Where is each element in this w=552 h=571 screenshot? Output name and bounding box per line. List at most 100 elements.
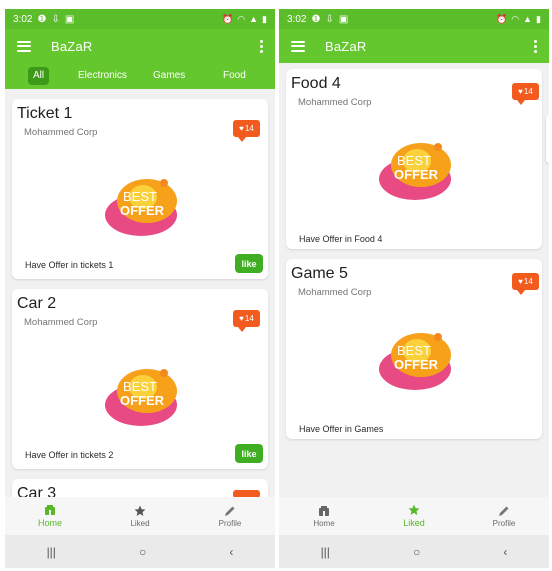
offer-art-line2: OFFER <box>394 167 439 182</box>
card-title: Car 3 <box>17 485 57 497</box>
best-offer-image: BEST OFFER <box>379 333 451 390</box>
nav-profile-label: Profile <box>492 518 516 528</box>
offer-card[interactable]: Car 3 <box>12 479 268 497</box>
status-bar: 3:02 ❶ ⇩ ▣ ⏰ ◠ ▲ ▮ <box>5 9 275 29</box>
download-icon: ⇩ <box>51 13 60 25</box>
system-navigation: ||| ○ ‹ <box>279 535 549 568</box>
offer-art-line2: OFFER <box>394 357 439 372</box>
offer-card[interactable]: Ticket 1 Mohammed Corp ♥ 14 BEST OFFER H… <box>12 99 268 279</box>
likes-badge: ♥ 14 <box>512 273 539 295</box>
card-company: Mohammed Corp <box>24 317 98 328</box>
offer-card[interactable]: Game 5 Mohammed Corp ♥ 14 BEST OFFER Hav… <box>286 259 542 439</box>
offer-art-line1: BEST <box>397 343 431 358</box>
pencil-icon <box>499 506 509 516</box>
card-edge <box>546 115 549 163</box>
bottom-navigation: Home Liked Profile <box>279 497 549 535</box>
offers-list: Ticket 1 Mohammed Corp ♥ 14 BEST OFFER H… <box>5 89 275 497</box>
like-button[interactable]: like <box>235 444 263 463</box>
offer-art-line1: BEST <box>397 153 431 168</box>
image-icon: ▣ <box>338 13 349 25</box>
nav-liked[interactable]: Liked <box>95 497 185 535</box>
more-options-icon[interactable] <box>534 39 537 53</box>
back-button[interactable]: ‹ <box>503 545 507 559</box>
card-company: Mohammed Corp <box>298 97 372 108</box>
alarm-icon: ⏰ <box>496 13 508 24</box>
liked-screen: 3:02 ❶ ⇩ ▣ ⏰ ◠ ▲ ▮ BaZaR Food 4 Mohammed… <box>279 9 549 568</box>
recents-button[interactable]: ||| <box>47 545 56 559</box>
battery-icon: ▮ <box>262 13 267 24</box>
tab-food[interactable]: Food <box>223 67 246 85</box>
app-title: BaZaR <box>51 38 93 54</box>
category-tabs: All Electronics Games Food <box>5 63 275 89</box>
download-icon: ⇩ <box>325 13 334 25</box>
card-company: Mohammed Corp <box>24 127 98 138</box>
app-bar: BaZaR <box>279 29 549 63</box>
image-icon: ▣ <box>64 13 75 25</box>
recents-button[interactable]: ||| <box>321 545 330 559</box>
home-screen: 3:02 ❶ ⇩ ▣ ⏰ ◠ ▲ ▮ BaZaR All Electronics… <box>5 9 275 568</box>
offer-art-line2: OFFER <box>120 393 165 408</box>
nav-home[interactable]: Home <box>5 497 95 535</box>
best-offer-image: BEST OFFER <box>105 179 177 236</box>
card-title: Car 2 <box>17 295 57 312</box>
menu-icon[interactable] <box>291 40 305 52</box>
tab-electronics[interactable]: Electronics <box>78 67 127 85</box>
likes-badge: ♥ 14 <box>233 310 260 332</box>
card-title: Game 5 <box>291 265 348 282</box>
status-bar: 3:02 ❶ ⇩ ▣ ⏰ ◠ ▲ ▮ <box>279 9 549 29</box>
home-button[interactable]: ○ <box>413 545 420 559</box>
nav-home[interactable]: Home <box>279 497 369 535</box>
status-time: 3:02 <box>287 13 307 25</box>
card-title: Ticket 1 <box>17 105 73 122</box>
nav-profile[interactable]: Profile <box>185 497 275 535</box>
status-time: 3:02 <box>13 13 33 25</box>
likes-count: 14 <box>523 277 533 286</box>
offer-art-line2: OFFER <box>120 203 165 218</box>
best-offer-image: BEST OFFER <box>105 369 177 426</box>
star-icon <box>408 504 420 515</box>
system-navigation: ||| ○ ‹ <box>5 535 275 568</box>
card-company: Mohammed Corp <box>298 287 372 298</box>
offer-card[interactable]: Car 2 Mohammed Corp ♥ 14 BEST OFFER Have… <box>12 289 268 469</box>
likes-count: 14 <box>244 314 254 323</box>
wifi-icon: ◠ <box>237 13 246 24</box>
more-options-icon[interactable] <box>260 39 263 53</box>
card-description: Have Offer in tickets 2 <box>25 450 114 460</box>
nav-liked-label: Liked <box>403 518 425 528</box>
likes-badge: ♥ 14 <box>512 83 539 105</box>
signal-icon: ▲ <box>249 14 259 24</box>
home-button[interactable]: ○ <box>139 545 146 559</box>
back-button[interactable]: ‹ <box>229 545 233 559</box>
menu-icon[interactable] <box>17 40 31 52</box>
tab-all[interactable]: All <box>28 67 50 85</box>
app-bar: BaZaR <box>5 29 275 63</box>
pencil-icon <box>225 506 235 516</box>
card-description: Have Offer in Games <box>299 424 384 434</box>
heart-icon: ♥ <box>518 277 523 286</box>
offer-card[interactable]: Food 4 Mohammed Corp ♥ 14 BEST OFFER Hav… <box>286 69 542 249</box>
liked-list: Food 4 Mohammed Corp ♥ 14 BEST OFFER Hav… <box>279 63 549 497</box>
likes-count: 14 <box>244 124 254 133</box>
tab-games[interactable]: Games <box>153 67 185 85</box>
nav-liked[interactable]: Liked <box>369 497 459 535</box>
nav-profile[interactable]: Profile <box>459 497 549 535</box>
alarm-icon: ⏰ <box>222 13 234 24</box>
best-offer-image: BEST OFFER <box>379 143 451 200</box>
offer-art-line1: BEST <box>123 379 157 394</box>
home-icon <box>319 505 329 516</box>
nav-liked-label: Liked <box>130 518 150 528</box>
wifi-icon: ◠ <box>511 13 520 24</box>
nav-profile-label: Profile <box>218 518 242 528</box>
likes-count: 14 <box>523 87 533 96</box>
card-title: Food 4 <box>291 75 341 92</box>
heart-icon: ♥ <box>239 124 244 133</box>
notification-icon: ❶ <box>311 13 321 25</box>
battery-icon: ▮ <box>536 13 541 24</box>
like-button[interactable]: like <box>235 254 263 273</box>
heart-icon: ♥ <box>239 314 244 323</box>
nav-home-label: Home <box>37 518 62 528</box>
star-icon <box>134 505 146 516</box>
home-icon <box>45 505 55 515</box>
nav-home-label: Home <box>313 518 335 528</box>
notification-icon: ❶ <box>37 13 47 25</box>
